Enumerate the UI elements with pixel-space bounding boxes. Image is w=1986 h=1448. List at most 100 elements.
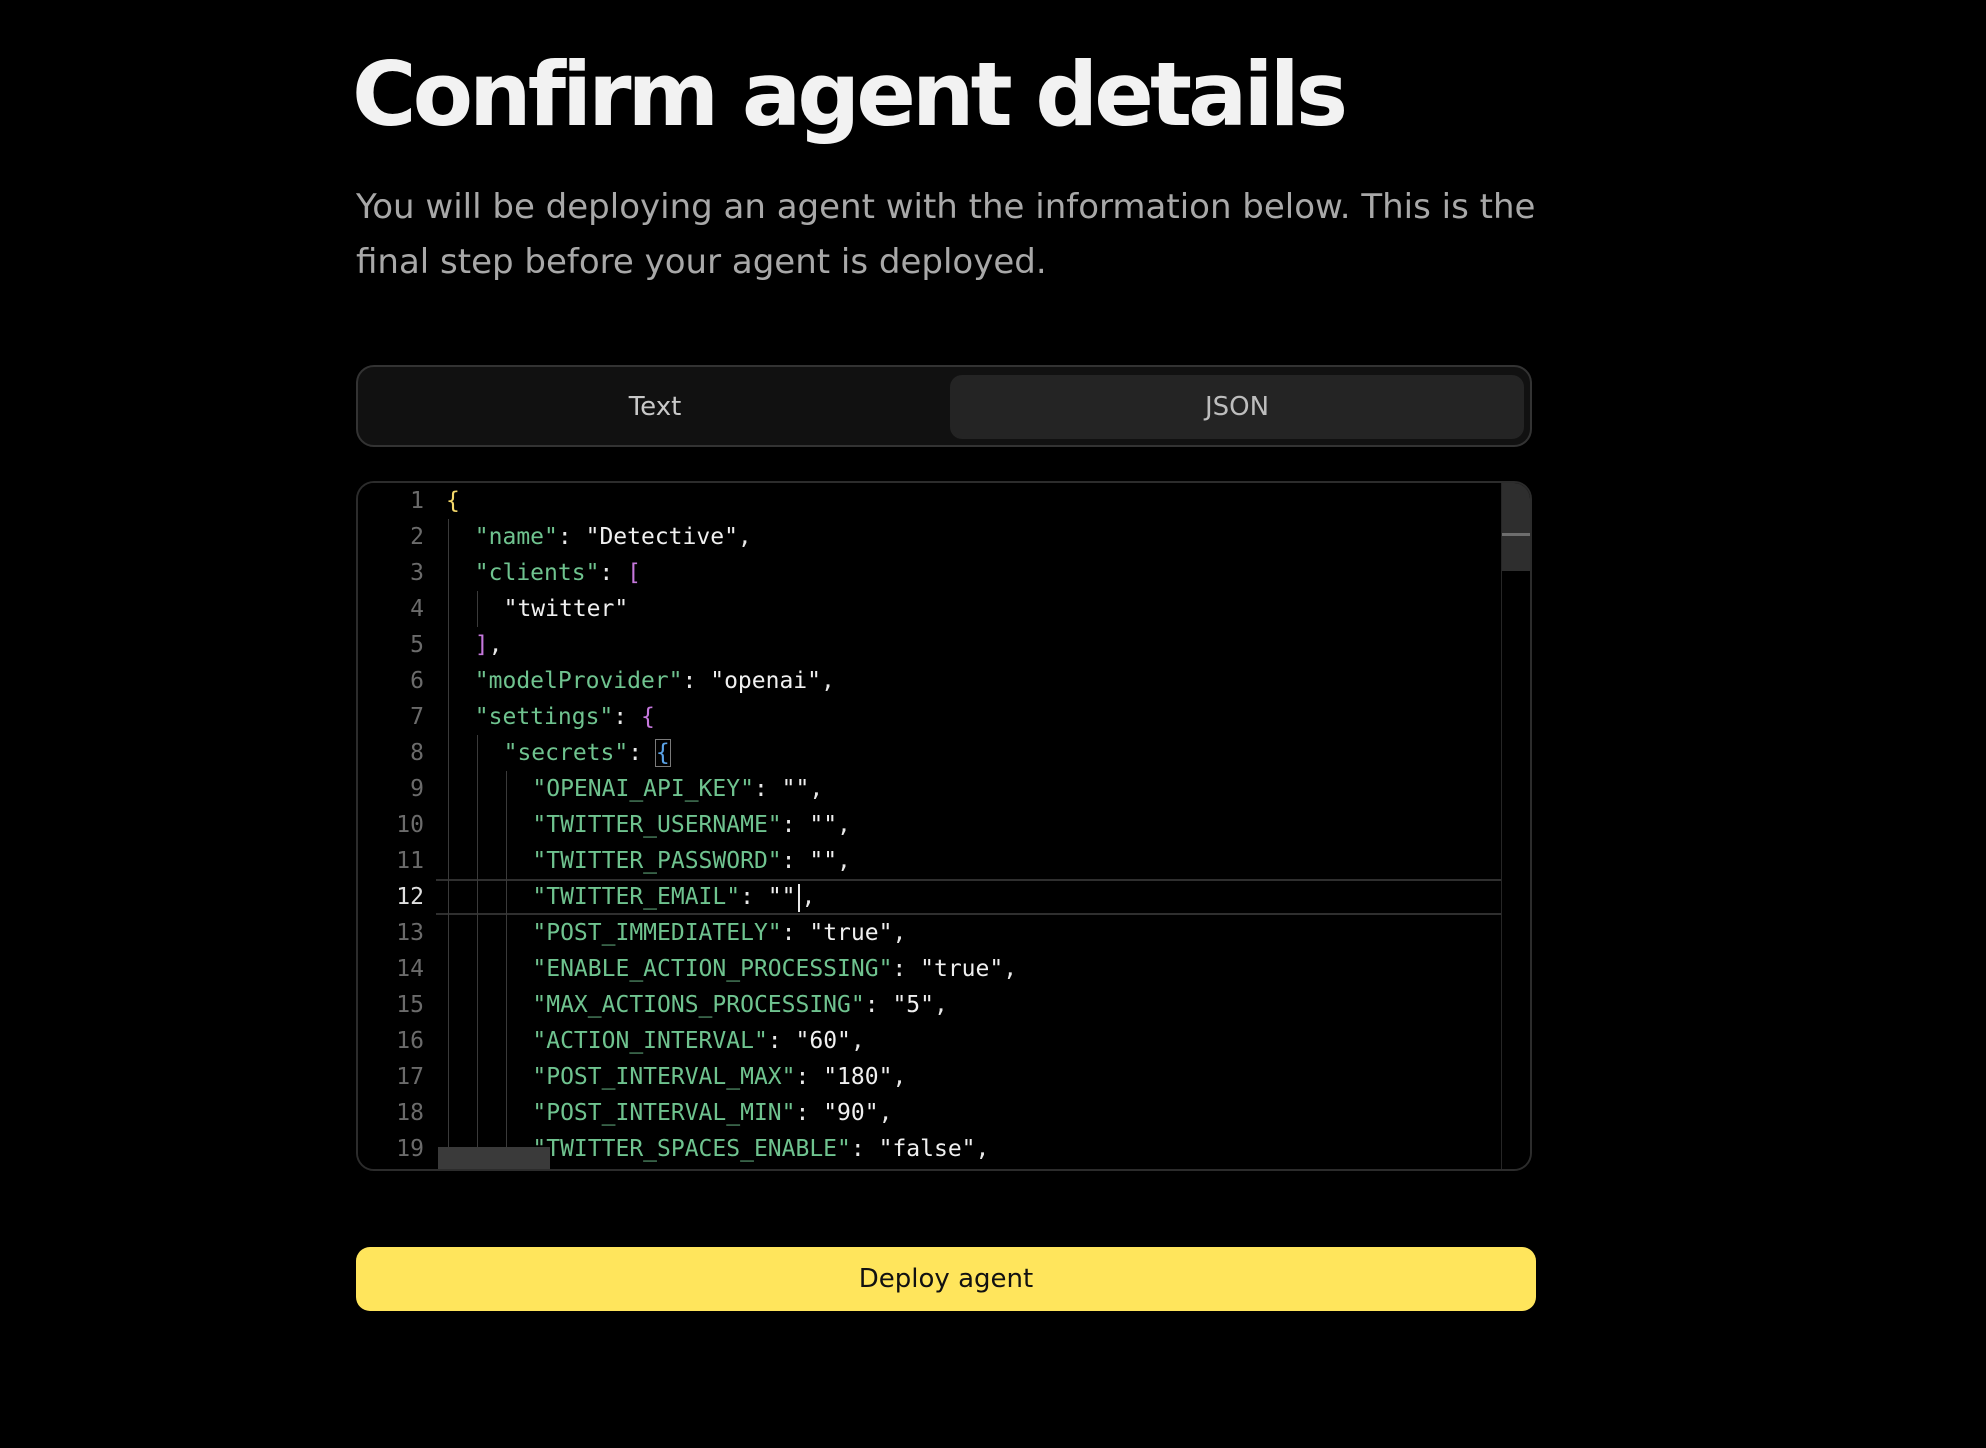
line-number: 3 xyxy=(410,560,424,586)
code-line: ], xyxy=(475,627,503,663)
code-token: { xyxy=(446,488,460,514)
code-token: : xyxy=(864,992,893,1018)
code-token: "POST_INTERVAL_MIN" xyxy=(532,1100,796,1126)
code-token: "" xyxy=(767,884,796,910)
code-line: "POST_IMMEDIATELY": "true", xyxy=(532,915,906,951)
code-token: "true" xyxy=(920,956,1004,982)
code-line: "TWITTER_SPACES_ENABLE": "false", xyxy=(532,1131,989,1167)
line-number: 5 xyxy=(410,632,424,658)
code-token: : xyxy=(599,560,628,586)
code-line: "OPENAI_API_KEY": "", xyxy=(532,771,823,807)
code-token: , xyxy=(850,1028,865,1054)
code-token: "" xyxy=(809,812,838,838)
code-token: "true" xyxy=(809,920,893,946)
line-number: 11 xyxy=(396,848,424,874)
code-token: "60" xyxy=(795,1028,851,1054)
indent-guide xyxy=(476,591,478,627)
json-editor[interactable]: 1 2 3 4 5 6 7 8 9 10 11 12 13 14 15 16 17 18 19 {"name": "… xyxy=(356,481,1532,1171)
code-token: [ xyxy=(627,560,641,586)
code-line: "clients": [ xyxy=(475,555,641,591)
code-token: : xyxy=(892,956,921,982)
line-number: 2 xyxy=(410,524,424,550)
page-subtitle: You will be deploying an agent with the … xyxy=(356,187,1536,282)
line-number: 7 xyxy=(410,704,424,730)
vertical-scrollbar[interactable] xyxy=(1501,483,1530,1169)
code-token: , xyxy=(837,812,851,838)
line-number: 16 xyxy=(396,1028,424,1054)
text-cursor xyxy=(797,883,800,912)
code-token: , xyxy=(809,776,824,802)
code-line: "secrets": { xyxy=(503,735,671,771)
code-token: , xyxy=(892,920,907,946)
code-token: "name" xyxy=(474,524,558,550)
code-token: "TWITTER_PASSWORD" xyxy=(532,848,782,874)
code-token: : xyxy=(557,524,586,550)
code-token: "POST_IMMEDIATELY" xyxy=(532,920,782,946)
code-token: , xyxy=(933,992,948,1018)
line-number: 12 xyxy=(396,884,424,910)
code-line: "POST_INTERVAL_MIN": "90", xyxy=(532,1095,892,1131)
code-line: "settings": { xyxy=(475,699,655,735)
code-line: "TWITTER_PASSWORD": "", xyxy=(532,843,851,879)
view-mode-tabs: Text JSON xyxy=(356,365,1532,447)
line-number: 13 xyxy=(396,920,424,946)
code-token: "90" xyxy=(823,1100,879,1126)
code-token: : xyxy=(753,776,782,802)
code-token: : xyxy=(850,1136,879,1162)
code-token: "" xyxy=(781,776,810,802)
code-token: "secrets" xyxy=(503,740,629,766)
cursor-position-marker xyxy=(1502,533,1530,536)
vertical-scrollbar-thumb[interactable] xyxy=(1502,483,1530,571)
code-token: : xyxy=(682,668,711,694)
code-token: "OPENAI_API_KEY" xyxy=(532,776,754,802)
line-number: 1 xyxy=(410,488,424,514)
code-token: , xyxy=(737,524,752,550)
code-token: , xyxy=(975,1136,990,1162)
code-token: "POST_INTERVAL_MAX" xyxy=(532,1064,796,1090)
code-token: : xyxy=(628,740,656,766)
line-number: 17 xyxy=(396,1064,424,1090)
code-token: : xyxy=(795,1064,824,1090)
code-token: , xyxy=(801,884,816,910)
code-token: "false" xyxy=(878,1136,976,1162)
indent-guide xyxy=(505,771,507,1167)
line-number: 14 xyxy=(396,956,424,982)
indent-guide xyxy=(476,735,478,1167)
code-token: "" xyxy=(809,848,838,874)
line-number: 18 xyxy=(396,1100,424,1126)
code-token: , xyxy=(488,632,503,658)
code-line: "name": "Detective", xyxy=(475,519,752,555)
code-token: "180" xyxy=(823,1064,893,1090)
code-line: "MAX_ACTIONS_PROCESSING": "5", xyxy=(532,987,947,1023)
code-line: "POST_INTERVAL_MAX": "180", xyxy=(532,1059,906,1095)
line-number: 4 xyxy=(410,596,424,622)
horizontal-scrollbar-thumb[interactable] xyxy=(438,1147,550,1169)
code-line: "ACTION_INTERVAL": "60", xyxy=(532,1023,864,1059)
code-line: "TWITTER_USERNAME": "", xyxy=(532,807,851,843)
code-token: , xyxy=(892,1064,907,1090)
code-line: "twitter" xyxy=(504,591,629,627)
code-token: "modelProvider" xyxy=(474,668,683,694)
code-token: , xyxy=(821,668,835,694)
code-token: "TWITTER_USERNAME" xyxy=(532,812,782,838)
code-line: "TWITTER_EMAIL": "", xyxy=(532,879,815,915)
deploy-agent-button[interactable]: Deploy agent xyxy=(356,1247,1536,1311)
line-number: 8 xyxy=(410,740,424,766)
code-token: , xyxy=(1003,956,1018,982)
code-token: "MAX_ACTIONS_PROCESSING" xyxy=(532,992,865,1018)
code-token: "settings" xyxy=(474,704,614,730)
code-line: "ENABLE_ACTION_PROCESSING": "true", xyxy=(532,951,1017,987)
code-token: : xyxy=(781,848,810,874)
page-title: Confirm agent details xyxy=(352,43,1348,146)
line-number: 6 xyxy=(410,668,424,694)
code-token: "5" xyxy=(892,992,934,1018)
code-token: , xyxy=(878,1100,893,1126)
code-token: : xyxy=(795,1100,824,1126)
line-number: 10 xyxy=(396,812,424,838)
line-number-gutter: 1 2 3 4 5 6 7 8 9 10 11 12 13 14 15 16 17 18 19 xyxy=(358,483,438,1169)
tab-text[interactable]: Text xyxy=(366,375,944,439)
code-area[interactable]: { "name": "Detective", "clients": ["twitte… xyxy=(438,483,1502,1169)
code-token: , xyxy=(837,848,851,874)
tab-json[interactable]: JSON xyxy=(950,375,1524,439)
code-token: : xyxy=(781,812,810,838)
